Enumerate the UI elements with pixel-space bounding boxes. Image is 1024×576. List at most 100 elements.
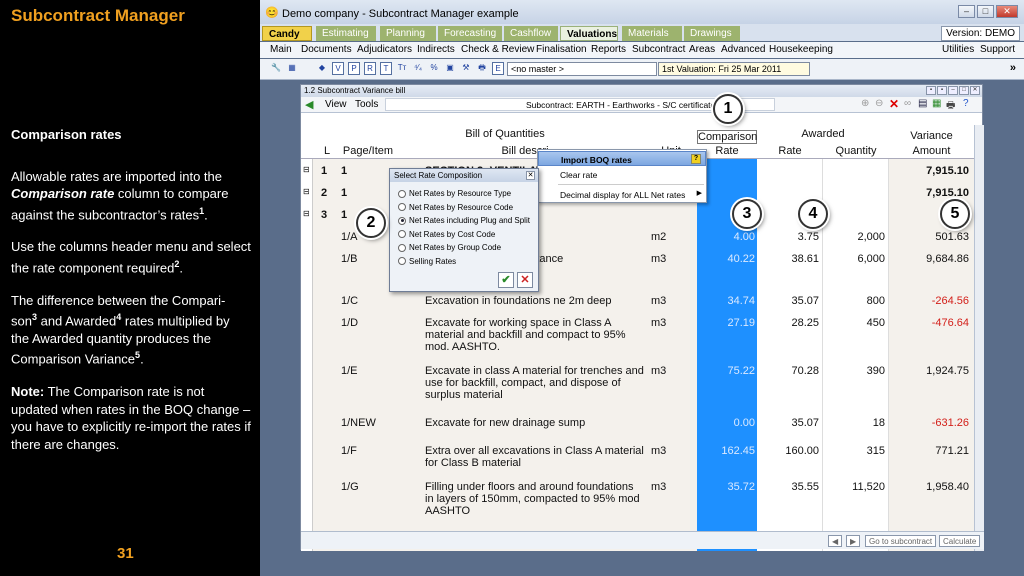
- binoculars-icon[interactable]: ∞: [904, 98, 911, 109]
- next-icon[interactable]: ▶: [846, 535, 861, 547]
- menu-import-boq-rates[interactable]: Import BOQ rates?: [538, 151, 706, 166]
- pin-icon[interactable]: ▪: [926, 86, 936, 95]
- prev-icon[interactable]: ◀: [828, 535, 843, 547]
- row-comparison-rate[interactable]: 4.00: [699, 231, 755, 243]
- dialog-close-icon[interactable]: ✕: [526, 171, 535, 180]
- menu-finalisation[interactable]: Finalisation: [536, 44, 587, 55]
- collapse-icon[interactable]: ⊟: [303, 187, 310, 196]
- text-size-icon[interactable]: Tт: [396, 62, 408, 75]
- header-awarded-quantity[interactable]: Quantity: [823, 145, 889, 157]
- collapse-icon[interactable]: ⊟: [303, 209, 310, 218]
- radio-button[interactable]: [398, 230, 406, 238]
- help-icon[interactable]: ?: [963, 98, 969, 109]
- header-page-item[interactable]: Page/Item: [335, 145, 401, 157]
- goto-subcontract-button[interactable]: Go to subcontract: [865, 535, 937, 547]
- row-comparison-rate[interactable]: 34.74: [699, 295, 755, 307]
- menu-indirects[interactable]: Indirects: [417, 44, 455, 55]
- decimal-icon[interactable]: ⁴⁄₄: [412, 62, 424, 75]
- restore-icon[interactable]: ▪: [937, 86, 947, 95]
- book-icon[interactable]: ▤: [918, 98, 927, 109]
- menu-subcontract[interactable]: Subcontract: [632, 44, 685, 55]
- header-level[interactable]: L: [321, 145, 333, 157]
- valuation-select[interactable]: 1st Valuation: Fri 25 Mar 2011: [658, 62, 810, 76]
- zoom-out-icon[interactable]: ⊖: [875, 98, 883, 109]
- menu-check-review[interactable]: Check & Review: [461, 44, 534, 55]
- menu-advanced[interactable]: Advanced: [721, 44, 765, 55]
- tab-materials[interactable]: Materials: [622, 26, 682, 41]
- tab-estimating[interactable]: Estimating: [316, 26, 376, 41]
- header-variance-amount[interactable]: Amount: [889, 145, 974, 157]
- inner-maximize-icon[interactable]: □: [959, 86, 969, 95]
- maximize-icon[interactable]: □: [977, 5, 994, 18]
- menu-documents[interactable]: Documents: [301, 44, 352, 55]
- p-icon[interactable]: P: [348, 62, 360, 75]
- radio-button[interactable]: [398, 203, 406, 211]
- radio-button[interactable]: [398, 243, 406, 252]
- cancel-button[interactable]: ✕: [517, 272, 533, 288]
- master-select[interactable]: <no master >: [507, 62, 657, 76]
- tab-cashflow[interactable]: Cashflow: [504, 26, 558, 41]
- menu-utilities[interactable]: Utilities: [942, 44, 974, 55]
- row-comparison-rate[interactable]: 35.72: [699, 481, 755, 493]
- menu-reports[interactable]: Reports: [591, 44, 626, 55]
- menu-decimal-display[interactable]: Decimal display for ALL Net rates ▶: [538, 187, 706, 202]
- tab-candy[interactable]: Candy: [262, 26, 312, 41]
- radio-button[interactable]: [398, 216, 406, 225]
- menu-tools[interactable]: Tools: [355, 99, 378, 110]
- chevron-right-icon[interactable]: »: [1010, 62, 1016, 74]
- r-icon[interactable]: R: [364, 62, 376, 75]
- menu-main[interactable]: Main: [270, 44, 292, 55]
- row-comparison-rate[interactable]: 0.00: [699, 417, 755, 429]
- calculate-button[interactable]: Calculate: [939, 535, 981, 547]
- percent-icon[interactable]: %: [428, 62, 440, 75]
- tab-valuations[interactable]: Valuations: [560, 26, 618, 41]
- header-variance[interactable]: Variance: [889, 130, 974, 142]
- row-comparison-rate[interactable]: 162.45: [699, 445, 755, 457]
- rate-option[interactable]: Net Rates including Plug and Split: [398, 216, 530, 225]
- rate-option[interactable]: Net Rates by Group Code: [398, 243, 501, 252]
- header-awarded[interactable]: Awarded: [757, 128, 889, 140]
- menu-view[interactable]: View: [325, 99, 347, 110]
- back-icon[interactable]: ◀: [305, 98, 313, 111]
- menu-support[interactable]: Support: [980, 44, 1015, 55]
- menu-areas[interactable]: Areas: [689, 44, 715, 55]
- print-icon[interactable]: 🖶: [476, 62, 488, 75]
- excel-icon[interactable]: ▦: [932, 98, 941, 109]
- row-comparison-rate[interactable]: 40.22: [699, 253, 755, 265]
- menu-housekeeping[interactable]: Housekeeping: [769, 44, 833, 55]
- ok-button[interactable]: ✔: [498, 272, 514, 288]
- close-icon[interactable]: ✕: [996, 5, 1018, 18]
- menu-clear-rate[interactable]: Clear rate: [538, 167, 706, 182]
- e-icon[interactable]: E: [492, 62, 504, 75]
- tab-forecasting[interactable]: Forecasting: [438, 26, 502, 41]
- hammer-icon[interactable]: ⚒: [460, 62, 472, 75]
- radio-button[interactable]: [398, 257, 406, 265]
- tab-drawings[interactable]: Drawings: [684, 26, 740, 41]
- layers-icon[interactable]: ◆: [316, 62, 328, 75]
- rate-option[interactable]: Selling Rates: [398, 257, 456, 266]
- menu-adjudicators[interactable]: Adjudicators: [357, 44, 412, 55]
- calculator-icon[interactable]: ▦: [286, 62, 298, 75]
- vertical-scrollbar[interactable]: [974, 125, 984, 551]
- header-awarded-rate[interactable]: Rate: [757, 145, 823, 157]
- grid-icon[interactable]: ▣: [444, 62, 456, 75]
- radio-button[interactable]: [398, 189, 406, 198]
- header-boq[interactable]: Bill of Quantities: [313, 128, 697, 140]
- minimize-icon[interactable]: –: [958, 5, 975, 18]
- wrench-icon[interactable]: 🔧: [270, 62, 282, 75]
- row-comparison-rate[interactable]: 27.19: [699, 317, 755, 329]
- row-comparison-rate[interactable]: 75.22: [699, 365, 755, 377]
- rate-option[interactable]: Net Rates by Resource Type: [398, 189, 511, 198]
- header-comparison[interactable]: Comparison: [697, 130, 757, 144]
- tab-planning[interactable]: Planning: [380, 26, 436, 41]
- t-icon[interactable]: T: [380, 62, 392, 75]
- delete-icon[interactable]: ✕: [889, 97, 899, 111]
- rate-option[interactable]: Net Rates by Cost Code: [398, 230, 495, 239]
- inner-close-icon[interactable]: ✕: [970, 86, 980, 95]
- zoom-in-icon[interactable]: ⊕: [861, 98, 869, 109]
- inner-minimize-icon[interactable]: –: [948, 86, 958, 95]
- v-icon[interactable]: V: [332, 62, 344, 75]
- collapse-icon[interactable]: ⊟: [303, 165, 310, 174]
- print-preview-icon[interactable]: 🖶: [946, 98, 955, 115]
- rate-option[interactable]: Net Rates by Resource Code: [398, 203, 513, 212]
